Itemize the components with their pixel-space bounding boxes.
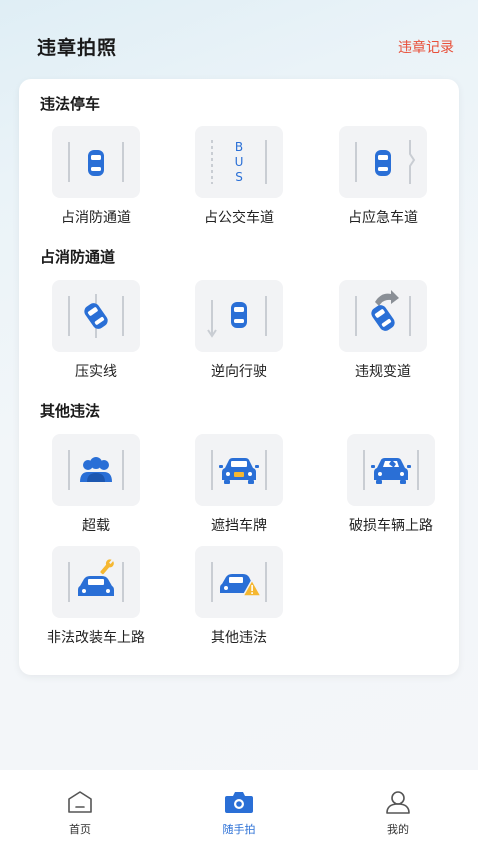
tab-label: 我的	[387, 823, 409, 836]
item-covered-plate[interactable]: 遮挡车牌	[179, 434, 299, 544]
item-label: 逆向行驶	[211, 364, 267, 380]
item-occupy-fire-lane[interactable]: 占消防通道	[36, 126, 156, 236]
section-title-other-violations: 其他违法	[40, 402, 101, 420]
item-occupy-emergency-lane[interactable]: 占应急车道	[323, 126, 443, 236]
tile	[52, 126, 140, 198]
violation-record-link[interactable]: 违章记录	[398, 37, 454, 57]
tile	[339, 126, 427, 198]
violation-category-card: 违法停车 占消防通道 B U S 占公交车道 占应急车道 占消防通道 压实线 逆…	[19, 79, 459, 675]
bus-lane-letter: B	[235, 140, 243, 154]
covered-plate-icon	[211, 450, 267, 490]
bottom-tab-bar: 首页 随手拍 我的	[0, 770, 478, 850]
item-overload[interactable]: 超载	[36, 434, 156, 544]
tab-snapshot[interactable]: 随手拍	[189, 770, 289, 850]
car-on-solid-line-icon	[68, 294, 124, 338]
item-damaged-vehicle[interactable]: 破损车辆上路	[331, 434, 451, 544]
tab-mine[interactable]: 我的	[348, 770, 448, 850]
section-title-fire-lane: 占消防通道	[40, 248, 116, 266]
car-warning-icon	[211, 562, 267, 602]
emergency-lane-icon	[355, 140, 416, 184]
damaged-car-icon	[363, 450, 419, 490]
car-in-lane-icon	[68, 142, 124, 182]
tile	[52, 280, 140, 352]
tile	[52, 434, 140, 506]
tile	[52, 546, 140, 618]
header: 违章拍照 违章记录	[0, 0, 478, 90]
bus-lane-icon: B U S	[211, 140, 267, 184]
wrong-way-icon	[207, 296, 267, 338]
item-label: 违规变道	[355, 364, 411, 380]
item-label: 压实线	[75, 364, 117, 380]
item-modified-vehicle[interactable]: 非法改装车上路	[36, 546, 156, 656]
page-title: 违章拍照	[37, 37, 118, 59]
tile	[347, 434, 435, 506]
item-label: 超载	[82, 518, 110, 534]
section-title-illegal-parking: 违法停车	[40, 95, 101, 113]
tab-home[interactable]: 首页	[30, 770, 130, 850]
user-icon	[386, 791, 410, 814]
item-illegal-lane-change[interactable]: 违规变道	[323, 280, 443, 390]
tile	[339, 280, 427, 352]
tile	[195, 434, 283, 506]
tile: B U S	[195, 126, 283, 198]
item-label: 遮挡车牌	[211, 518, 267, 534]
item-label: 占应急车道	[348, 210, 418, 226]
overload-people-icon	[68, 450, 124, 490]
item-label: 非法改装车上路	[47, 630, 145, 646]
home-icon	[68, 791, 92, 813]
item-wrong-way[interactable]: 逆向行驶	[179, 280, 299, 390]
item-press-solid-line[interactable]: 压实线	[36, 280, 156, 390]
item-other-violations[interactable]: 其他违法	[179, 546, 299, 656]
tab-label: 首页	[69, 823, 91, 836]
item-label: 占公交车道	[204, 210, 274, 226]
tab-label: 随手拍	[222, 823, 256, 836]
item-label: 破损车辆上路	[349, 518, 433, 534]
item-label: 占消防通道	[61, 210, 131, 226]
tile	[195, 546, 283, 618]
bus-lane-letter: U	[235, 155, 244, 169]
illegal-lane-change-icon	[355, 290, 411, 336]
tile	[195, 280, 283, 352]
item-occupy-bus-lane[interactable]: B U S 占公交车道	[179, 126, 299, 236]
bus-lane-letter: S	[235, 170, 243, 184]
camera-icon	[225, 792, 253, 813]
modified-car-icon	[68, 558, 124, 602]
item-label: 其他违法	[211, 630, 267, 646]
